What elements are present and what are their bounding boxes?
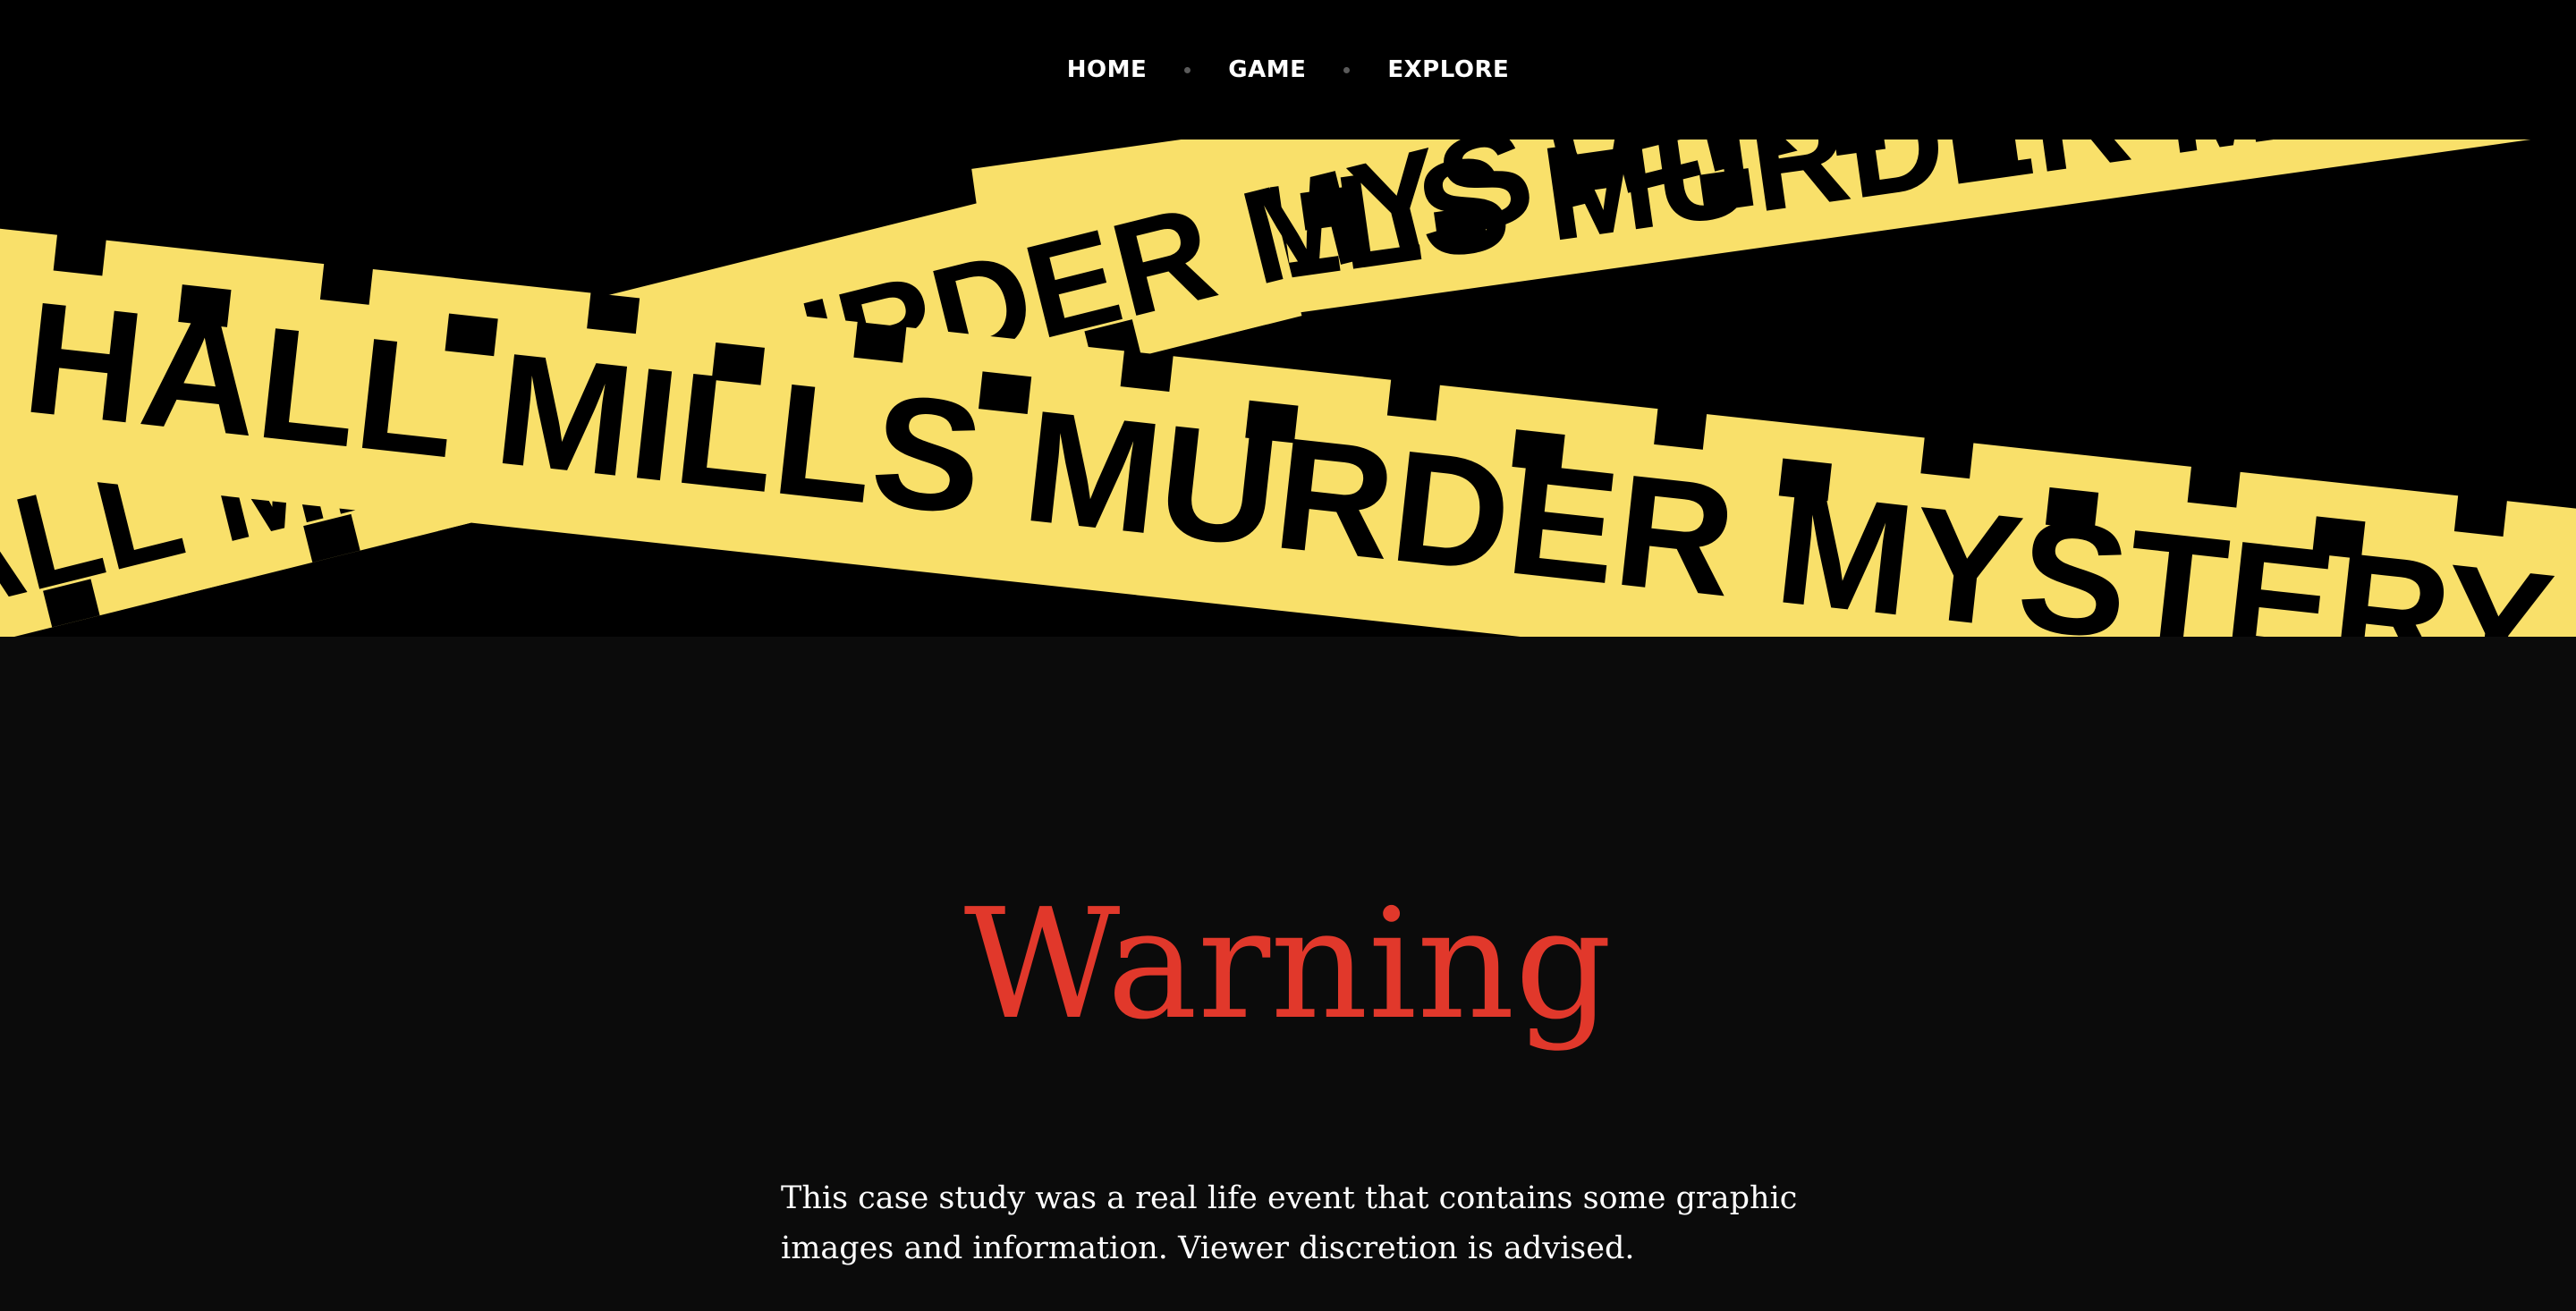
nav-separator [1147, 62, 1228, 78]
warning-message: This case study was a real life event th… [781, 1180, 1798, 1266]
warning-section: Warning This case study was a real life … [0, 637, 2576, 1311]
dot-separator-icon [1343, 67, 1351, 73]
crime-scene-tape-image: HALL MILLS MURDER MYSTERY HALL MILLS MUR… [0, 140, 2576, 637]
nav-menu: HOME GAME EXPLORE [1067, 56, 1510, 83]
nav-link-game[interactable]: GAME [1228, 56, 1306, 83]
nav-item-home: HOME [1067, 56, 1148, 83]
nav-item-game: GAME [1228, 56, 1306, 83]
nav-link-explore[interactable]: EXPLORE [1387, 56, 1509, 83]
warning-heading: Warning [963, 876, 1613, 1053]
nav-item-explore: EXPLORE [1387, 56, 1509, 83]
nav-link-home[interactable]: HOME [1067, 56, 1148, 83]
nav-separator [1306, 62, 1387, 78]
dot-separator-icon [1184, 67, 1191, 73]
top-navigation: HOME GAME EXPLORE [0, 0, 2576, 140]
hero-banner: HALL MILLS MURDER MYSTERY HALL MILLS MUR… [0, 140, 2576, 637]
